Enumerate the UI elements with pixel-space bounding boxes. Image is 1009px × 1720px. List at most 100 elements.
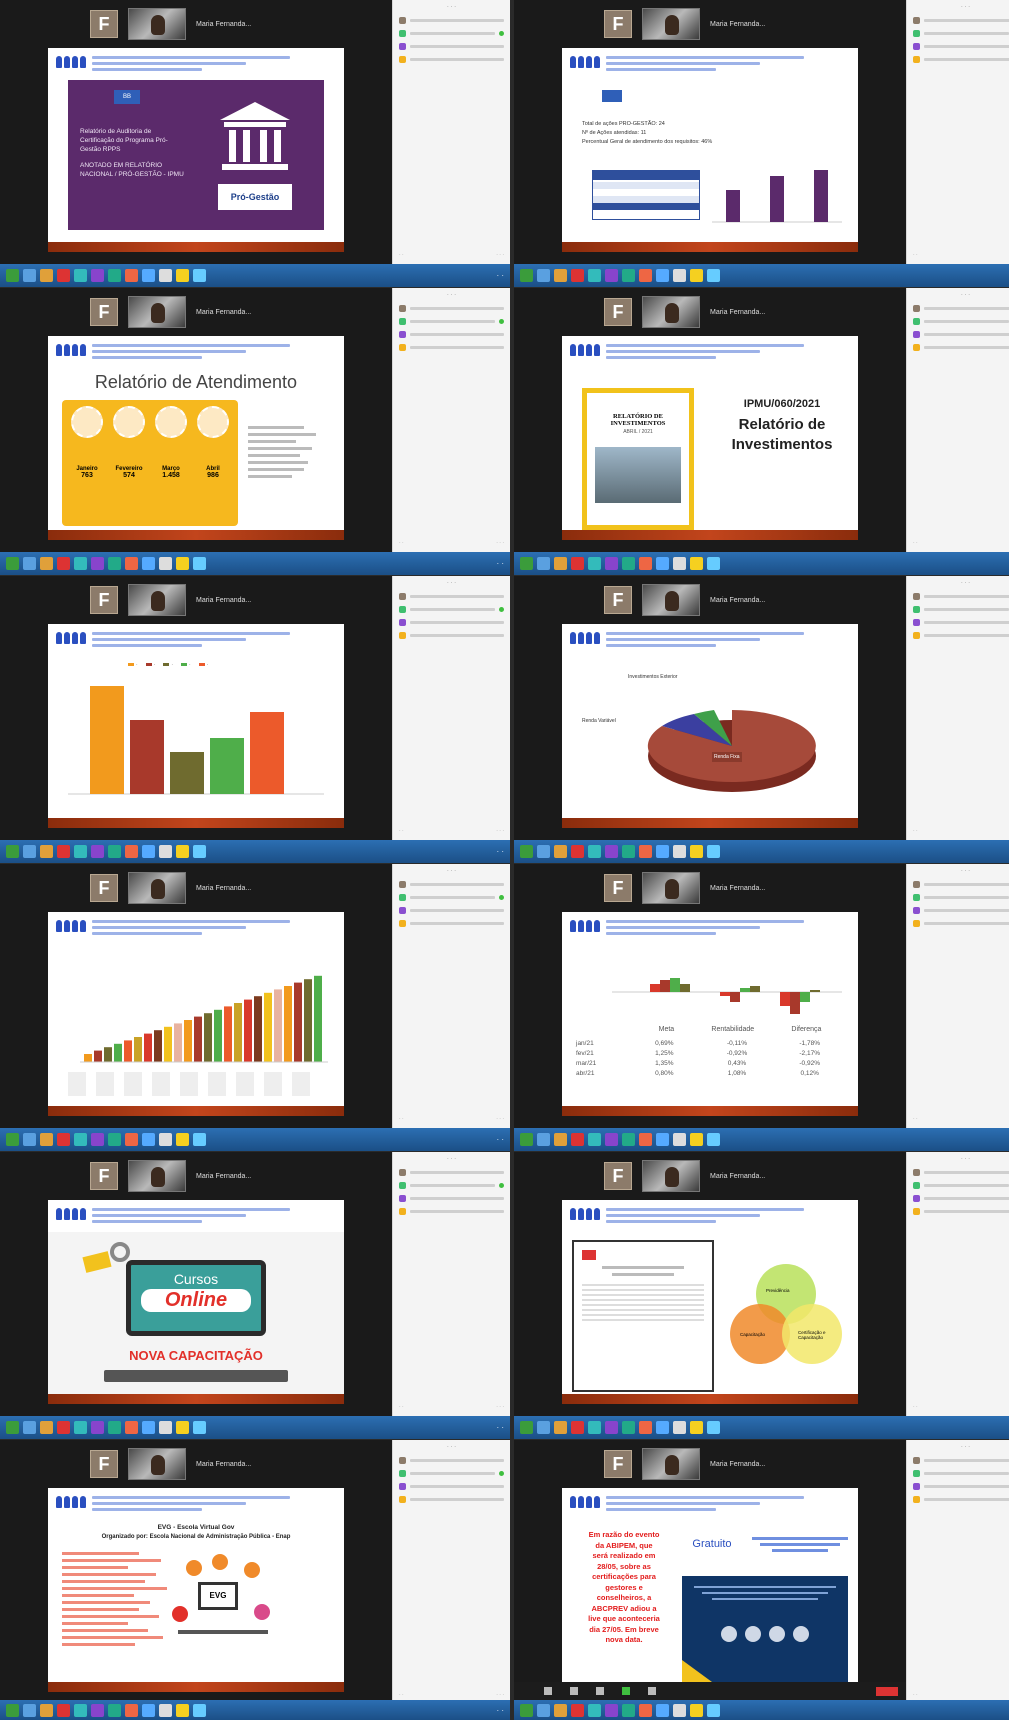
app-icon[interactable] [554,557,567,570]
participant-row[interactable] [907,590,1009,603]
start-icon[interactable] [520,269,533,282]
participant-row[interactable] [907,328,1009,341]
participant-row[interactable] [907,27,1009,40]
app-icon[interactable] [159,269,172,282]
app-icon[interactable] [673,557,686,570]
participant-row[interactable] [393,904,510,917]
participant-row[interactable] [907,53,1009,66]
participant-row[interactable] [907,603,1009,616]
participant-row[interactable] [393,878,510,891]
app-icon[interactable] [74,269,87,282]
taskbar-clock[interactable]: · · [496,1423,504,1432]
app-icon[interactable] [673,269,686,282]
app-icon[interactable] [159,557,172,570]
participant-avatar[interactable]: F [604,1162,632,1190]
leave-button[interactable] [876,1686,898,1696]
app-icon[interactable] [571,269,584,282]
app-icon[interactable] [108,1133,121,1146]
app-icon[interactable] [108,1421,121,1434]
camera-thumbnail[interactable] [128,296,186,328]
participant-row[interactable] [907,14,1009,27]
app-icon[interactable] [588,845,601,858]
chat-icon[interactable] [648,1687,656,1695]
app-icon[interactable] [673,845,686,858]
app-icon[interactable] [108,845,121,858]
participant-row[interactable] [907,302,1009,315]
app-icon[interactable] [690,1133,703,1146]
participant-row[interactable] [393,14,510,27]
app-icon[interactable] [57,557,70,570]
participant-row[interactable] [907,315,1009,328]
participant-row[interactable] [393,616,510,629]
app-icon[interactable] [622,1703,635,1717]
participant-row[interactable] [393,1493,510,1506]
app-icon[interactable] [588,1133,601,1146]
app-icon[interactable] [193,1421,206,1434]
app-icon[interactable] [605,1421,618,1434]
app-icon[interactable] [193,269,206,282]
participant-row[interactable] [907,40,1009,53]
app-icon[interactable] [23,845,36,858]
app-icon[interactable] [707,269,720,282]
camera-thumbnail[interactable] [128,1160,186,1192]
participant-row[interactable] [907,891,1009,904]
app-icon[interactable] [707,845,720,858]
app-icon[interactable] [554,269,567,282]
app-icon[interactable] [537,269,550,282]
app-icon[interactable] [74,1703,87,1717]
app-icon[interactable] [656,1421,669,1434]
app-icon[interactable] [159,1421,172,1434]
app-icon[interactable] [91,845,104,858]
participant-row[interactable] [393,302,510,315]
participant-avatar[interactable]: F [90,586,118,614]
app-icon[interactable] [125,269,138,282]
app-icon[interactable] [639,1703,652,1717]
app-icon[interactable] [537,845,550,858]
app-icon[interactable] [193,845,206,858]
taskbar-clock[interactable]: · · [496,1706,504,1715]
app-icon[interactable] [57,269,70,282]
participant-avatar[interactable]: F [90,874,118,902]
app-icon[interactable] [57,845,70,858]
participant-avatar[interactable]: F [604,874,632,902]
app-icon[interactable] [74,1133,87,1146]
app-icon[interactable] [588,1703,601,1717]
participant-row[interactable] [393,917,510,930]
start-icon[interactable] [520,1703,533,1717]
app-icon[interactable] [40,1133,53,1146]
app-icon[interactable] [74,845,87,858]
participant-avatar[interactable]: F [90,298,118,326]
app-icon[interactable] [142,269,155,282]
app-icon[interactable] [176,269,189,282]
app-icon[interactable] [159,1703,172,1717]
camera-thumbnail[interactable] [642,1448,700,1480]
app-icon[interactable] [690,1421,703,1434]
app-icon[interactable] [193,557,206,570]
taskbar-clock[interactable]: · · [496,271,504,280]
app-icon[interactable] [673,1703,686,1717]
app-icon[interactable] [673,1421,686,1434]
start-icon[interactable] [520,557,533,570]
app-icon[interactable] [656,1133,669,1146]
participant-row[interactable] [393,1205,510,1218]
app-icon[interactable] [622,269,635,282]
participant-row[interactable] [393,1480,510,1493]
participant-row[interactable] [393,891,510,904]
participant-avatar[interactable]: F [604,298,632,326]
participant-row[interactable] [393,27,510,40]
participant-row[interactable] [907,1454,1009,1467]
app-icon[interactable] [622,1133,635,1146]
app-icon[interactable] [554,1421,567,1434]
app-icon[interactable] [605,557,618,570]
app-icon[interactable] [74,1421,87,1434]
app-icon[interactable] [605,1703,618,1717]
app-icon[interactable] [91,1421,104,1434]
participant-avatar[interactable]: F [90,10,118,38]
video-icon[interactable] [570,1687,578,1695]
participant-row[interactable] [393,1166,510,1179]
app-icon[interactable] [588,269,601,282]
app-icon[interactable] [605,845,618,858]
taskbar-clock[interactable]: · · [496,847,504,856]
start-icon[interactable] [520,1421,533,1434]
app-icon[interactable] [176,1133,189,1146]
